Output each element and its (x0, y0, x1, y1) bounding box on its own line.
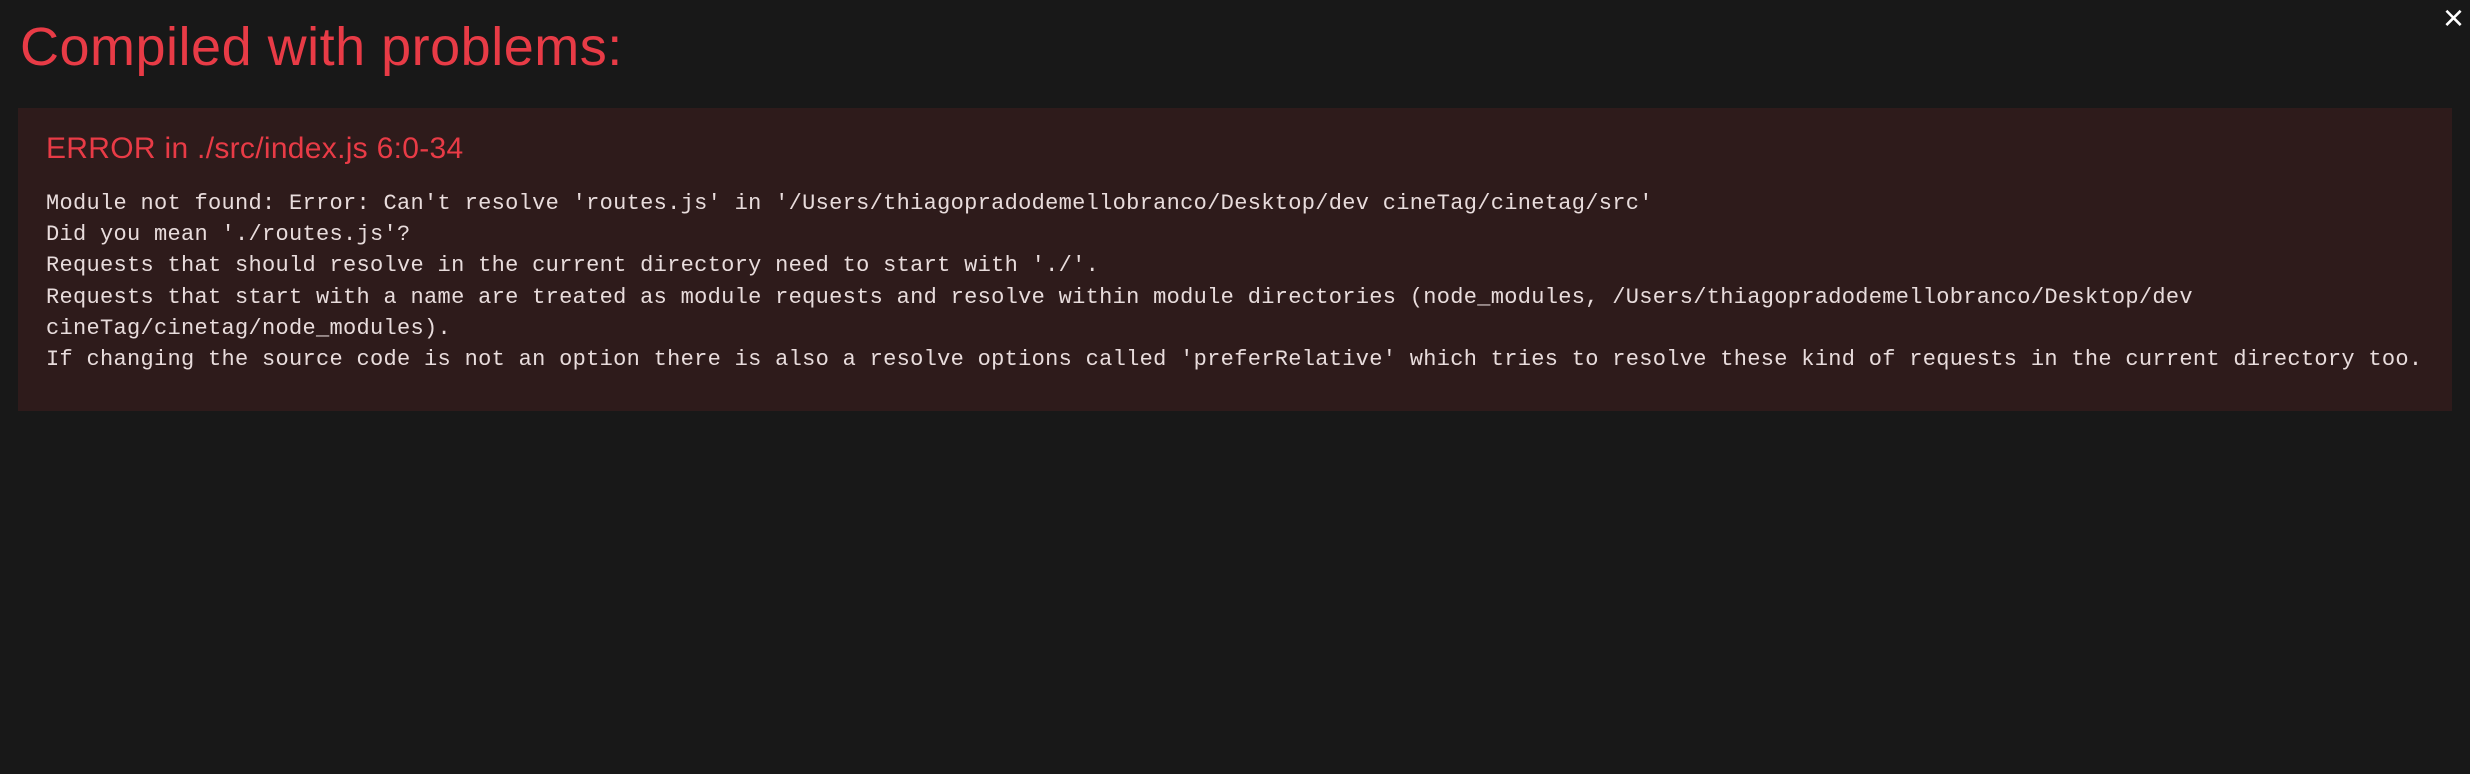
close-button[interactable]: × (2437, 0, 2470, 36)
error-message: Module not found: Error: Can't resolve '… (46, 188, 2424, 375)
error-panel: ERROR in ./src/index.js 6:0-34 Module no… (18, 108, 2452, 411)
error-title: ERROR in ./src/index.js 6:0-34 (46, 132, 2424, 166)
overlay-heading: Compiled with problems: (0, 0, 2470, 108)
